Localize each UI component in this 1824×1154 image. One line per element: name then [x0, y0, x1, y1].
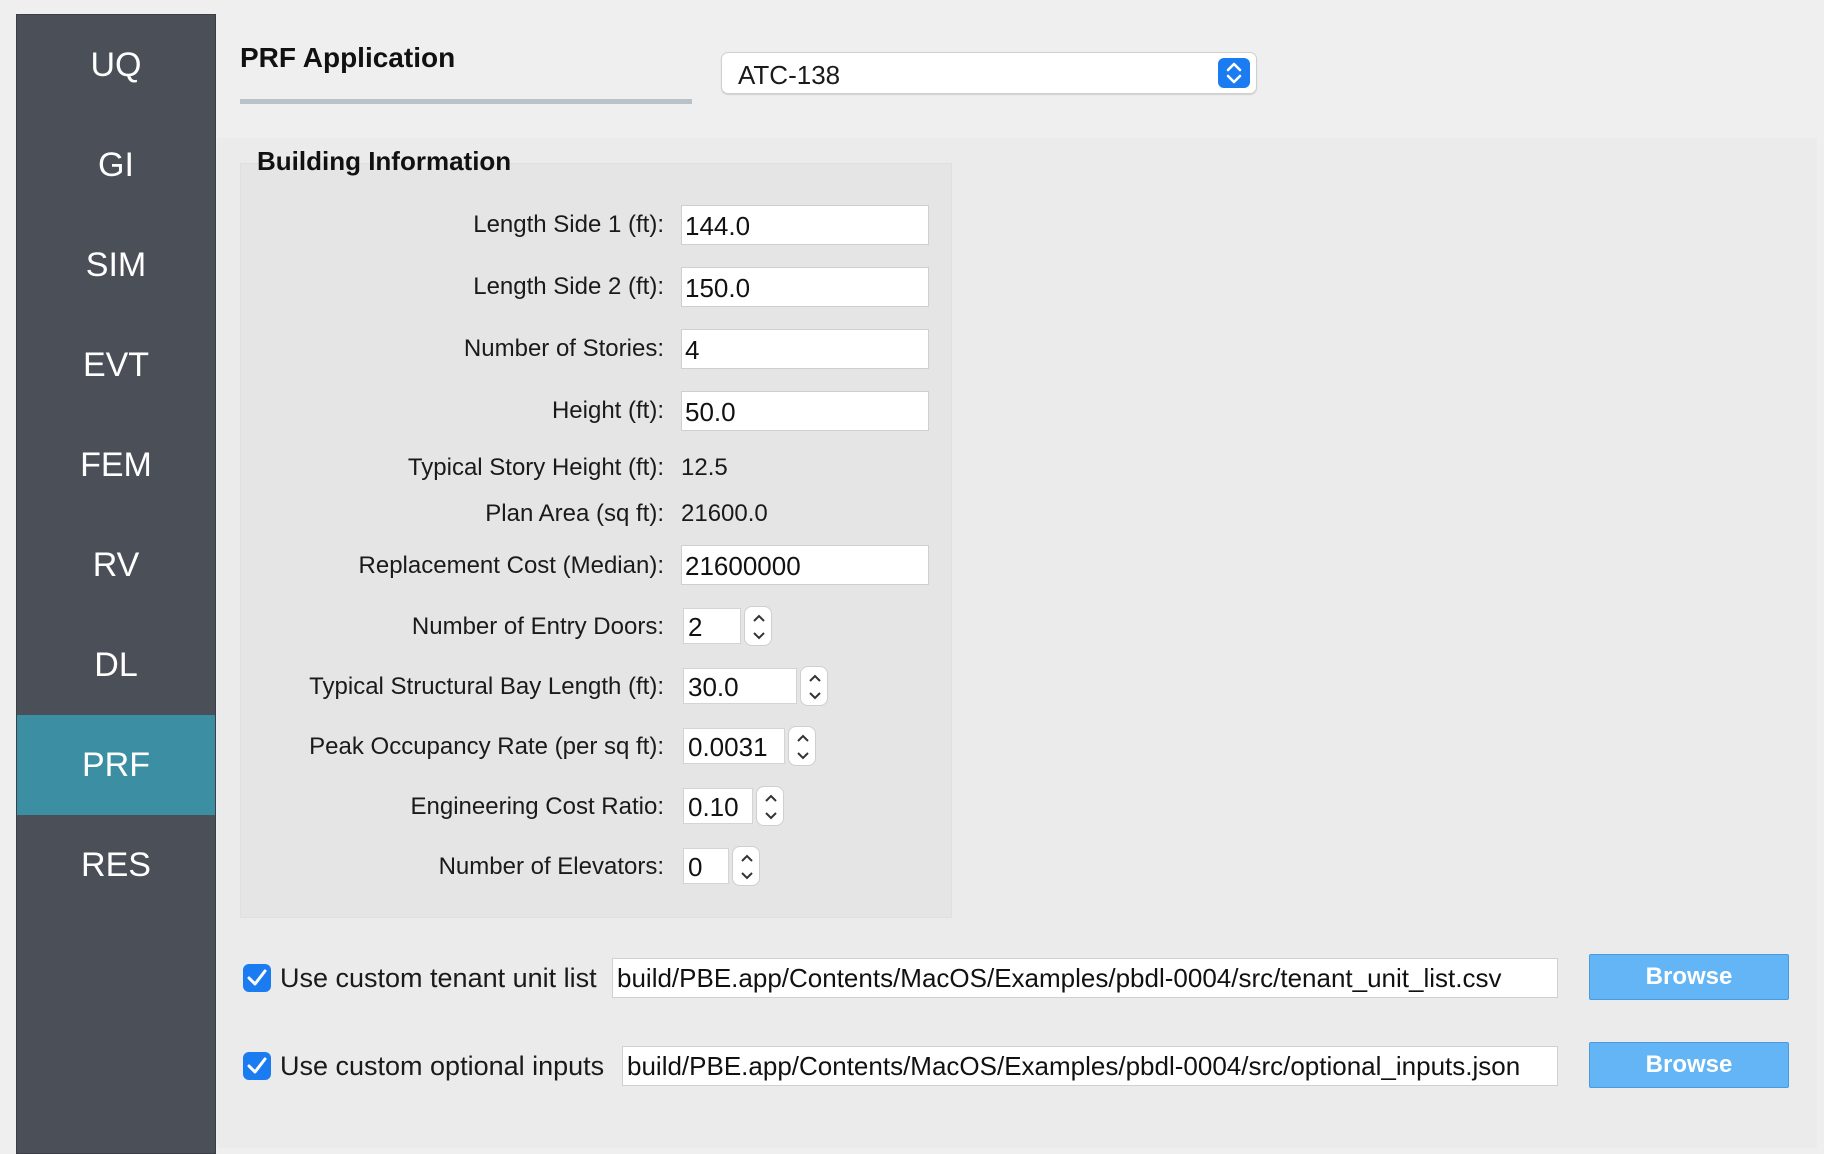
length-side-2-label: Length Side 2 (ft):: [473, 273, 664, 300]
stepper-arrows-icon: [809, 674, 821, 700]
num-elevators-stepper[interactable]: [732, 846, 760, 886]
optional-inputs-path-text: build/PBE.app/Contents/MacOS/Examples/pb…: [627, 1051, 1521, 1081]
building-info-title: Building Information: [257, 146, 512, 176]
height-input[interactable]: 50.0: [681, 391, 929, 431]
occupancy-rate-input[interactable]: 0.0031: [683, 728, 785, 764]
tenant-unit-list-browse-button[interactable]: Browse: [1589, 954, 1789, 1000]
checkmark-icon: [247, 1057, 267, 1074]
optional-inputs-checkbox[interactable]: [243, 1052, 271, 1080]
length-side-1-label: Length Side 1 (ft):: [473, 211, 664, 238]
sidebar-item-evt[interactable]: EVT: [17, 315, 215, 415]
sidebar-item-res[interactable]: RES: [17, 815, 215, 915]
bay-length-stepper[interactable]: [800, 666, 828, 706]
sidebar-item-uq[interactable]: UQ: [17, 15, 215, 115]
bay-length-label: Typical Structural Bay Length (ft):: [309, 673, 664, 700]
engineering-cost-ratio-label: Engineering Cost Ratio:: [410, 793, 664, 820]
sidebar-item-label: GI: [98, 145, 134, 184]
sidebar-item-gi[interactable]: GI: [17, 115, 215, 215]
sidebar-item-fem[interactable]: FEM: [17, 415, 215, 515]
title-underline: [240, 99, 692, 104]
length-side-1-input[interactable]: 144.0: [681, 205, 929, 245]
checkmark-icon: [247, 969, 267, 986]
sidebar-item-label: RES: [81, 845, 151, 884]
sidebar-item-rv[interactable]: RV: [17, 515, 215, 615]
plan-area-value: 21600.0: [681, 500, 768, 527]
sidebar-item-label: EVT: [82, 345, 150, 384]
optional-inputs-label: Use custom optional inputs: [280, 1051, 605, 1081]
sidebar-item-label: PRF: [82, 745, 150, 784]
tenant-unit-list-checkbox[interactable]: [243, 964, 271, 992]
occupancy-rate-stepper[interactable]: [788, 726, 816, 766]
sidebar-item-label: RV: [92, 545, 140, 584]
plan-area-label: Plan Area (sq ft):: [485, 500, 664, 527]
entry-doors-label: Number of Entry Doors:: [411, 613, 664, 640]
sidebar-item-dl[interactable]: DL: [17, 615, 215, 715]
entry-doors-stepper[interactable]: [744, 606, 772, 646]
length-side-2-input[interactable]: 150.0: [681, 267, 929, 307]
stepper-arrows-icon: [753, 614, 765, 640]
num-stories-input[interactable]: 4: [681, 329, 929, 369]
tenant-unit-list-path-input[interactable]: build/PBE.app/Contents/MacOS/Examples/pb…: [612, 958, 1558, 998]
sidebar-item-label: FEM: [80, 445, 152, 484]
sidebar-item-prf[interactable]: PRF: [17, 715, 215, 815]
num-elevators-input[interactable]: 0: [683, 848, 729, 884]
typical-story-height-label: Typical Story Height (ft):: [407, 454, 664, 481]
engineering-cost-ratio-stepper[interactable]: [756, 786, 784, 826]
entry-doors-input[interactable]: 2: [683, 608, 741, 644]
sidebar-nav: UQ GI SIM EVT FEM RV DL PRF RES: [16, 14, 216, 1154]
typical-story-height-value: 12.5: [681, 454, 728, 481]
occupancy-rate-label: Peak Occupancy Rate (per sq ft):: [309, 733, 664, 760]
stepper-arrows-icon: [797, 734, 809, 760]
application-select-value: ATC-138: [738, 60, 841, 90]
application-select[interactable]: ATC-138: [721, 52, 1257, 94]
optional-inputs-browse-button[interactable]: Browse: [1589, 1042, 1789, 1088]
chevron-up-down-icon: [1218, 58, 1250, 88]
sidebar-item-label: SIM: [85, 245, 147, 284]
engineering-cost-ratio-input[interactable]: 0.10: [683, 788, 753, 824]
num-elevators-label: Number of Elevators:: [438, 853, 664, 880]
height-label: Height (ft):: [551, 397, 664, 424]
bay-length-input[interactable]: 30.0: [683, 668, 797, 704]
tenant-unit-list-path-text: build/PBE.app/Contents/MacOS/Examples/pb…: [617, 963, 1502, 993]
sidebar-item-sim[interactable]: SIM: [17, 215, 215, 315]
num-stories-label: Number of Stories:: [463, 335, 664, 362]
sidebar-item-label: DL: [94, 645, 138, 684]
page-title: PRF Application: [240, 42, 456, 73]
stepper-arrows-icon: [741, 854, 753, 880]
replacement-cost-input[interactable]: 21600000: [681, 545, 929, 585]
tenant-unit-list-label: Use custom tenant unit list: [280, 963, 597, 993]
stepper-arrows-icon: [765, 794, 777, 820]
sidebar-item-label: UQ: [90, 45, 142, 84]
optional-inputs-path-input[interactable]: build/PBE.app/Contents/MacOS/Examples/pb…: [622, 1046, 1558, 1086]
replacement-cost-label: Replacement Cost (Median):: [358, 552, 664, 579]
